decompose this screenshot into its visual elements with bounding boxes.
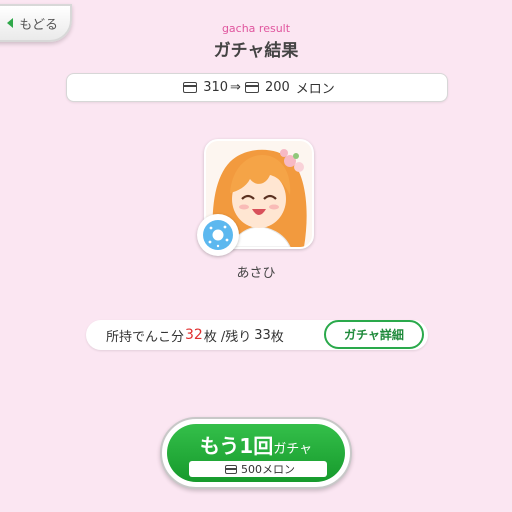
page-title: ガチャ結果 <box>213 41 299 61</box>
cost-after: 200 <box>264 80 290 95</box>
gacha-again-inner: もう1回ガチャ 500 メロン <box>167 424 345 482</box>
gacha-again-cost-unit: メロン <box>262 463 295 476</box>
stock-label: 所持でんこ分 <box>106 329 185 345</box>
gacha-again-suffix: ガチャ <box>273 442 313 457</box>
stock-owned: 32 <box>185 327 203 343</box>
card-icon <box>183 82 198 93</box>
gacha-again-main: もう1回 <box>199 434 274 458</box>
cost-unit: メロン <box>295 82 335 97</box>
stock-remaining-unit: 枚 <box>270 329 284 345</box>
cost-before: 310 <box>203 80 229 95</box>
gacha-again-button[interactable]: もう1回ガチャ 500 メロン <box>160 417 352 489</box>
card-icon <box>244 82 259 93</box>
gacha-again-cost-value: 500 <box>241 462 262 476</box>
card-icon <box>225 464 237 474</box>
character-name: あさひ <box>236 266 276 281</box>
stock-remaining-label: /残り <box>220 329 252 345</box>
gacha-detail-button[interactable]: ガチャ詳細 <box>324 320 424 349</box>
cost-arrow: ⇒ <box>230 80 241 95</box>
stock-remaining: 33 <box>254 327 271 343</box>
gacha-again-text: もう1回ガチャ <box>167 430 345 459</box>
cost-bar: 310 ⇒ 200 メロン <box>66 73 448 102</box>
stock-owned-unit: 枚 <box>203 329 217 345</box>
gacha-again-cost: 500 メロン <box>189 461 327 477</box>
donut-icon <box>197 214 239 256</box>
page-subtitle: gacha result <box>221 22 291 35</box>
